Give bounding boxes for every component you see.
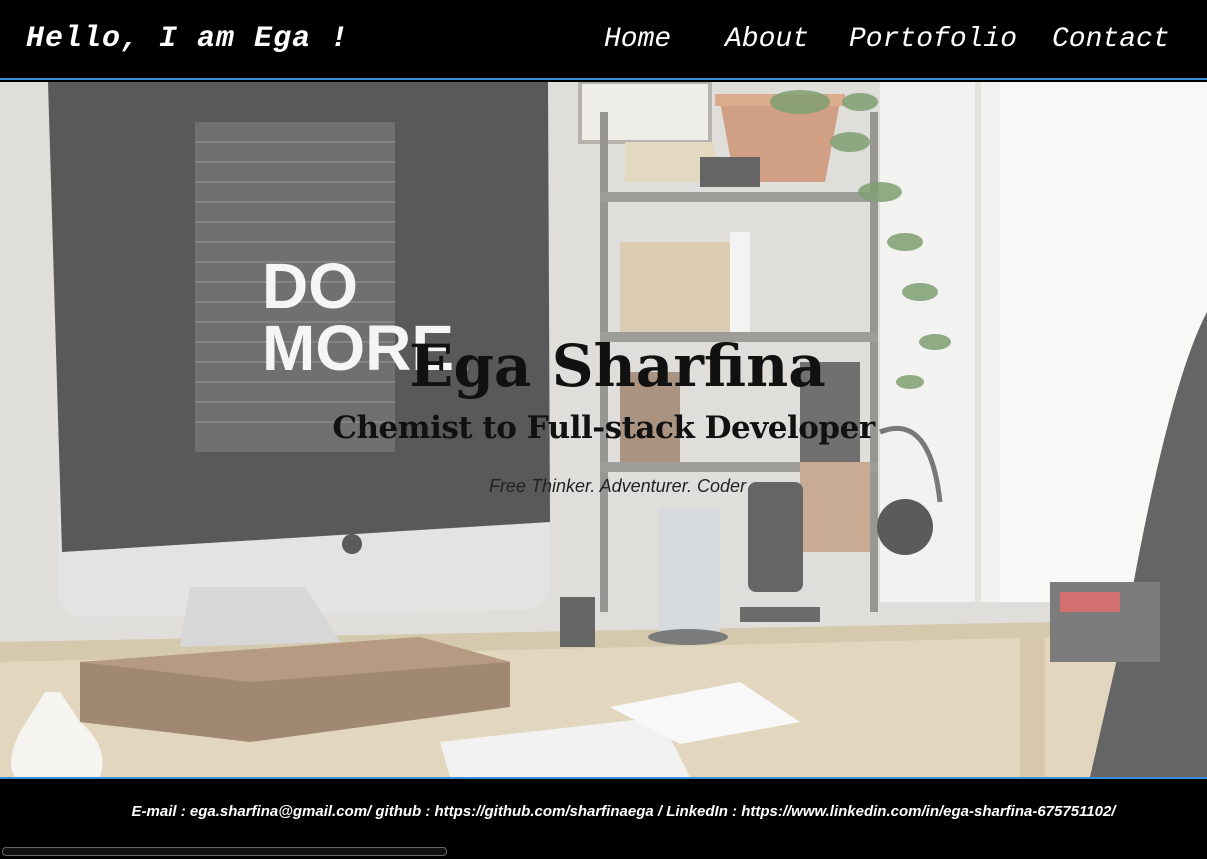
hero-title: Chemist to Full-stack Developer xyxy=(332,410,875,446)
nav-link-contact[interactable]: Contact xyxy=(1052,24,1170,55)
contact-info[interactable]: E-mail : ega.sharfina@gmail.com/ github … xyxy=(20,803,1207,820)
page: Hello, I am Ega ! Home About Portofolio … xyxy=(0,0,1207,859)
nav-link-portfolio[interactable]: Portofolio xyxy=(849,24,1017,55)
hero-name: Ega Sharfina xyxy=(409,332,826,400)
nav-link-about[interactable]: About xyxy=(725,24,809,55)
top-navbar: Hello, I am Ega ! Home About Portofolio … xyxy=(0,0,1207,80)
nav-link-home[interactable]: Home xyxy=(604,24,671,55)
horizontal-scrollbar[interactable] xyxy=(2,847,447,856)
nav-menu: Home About Portofolio Contact xyxy=(0,24,1207,64)
hero-section: DO MORE. Ega Sharfina Chemist to Full-st… xyxy=(0,82,1207,777)
hero-tagline: Free Thinker. Adventurer. Coder xyxy=(488,476,747,496)
footer: E-mail : ega.sharfina@gmail.com/ github … xyxy=(0,777,1207,859)
